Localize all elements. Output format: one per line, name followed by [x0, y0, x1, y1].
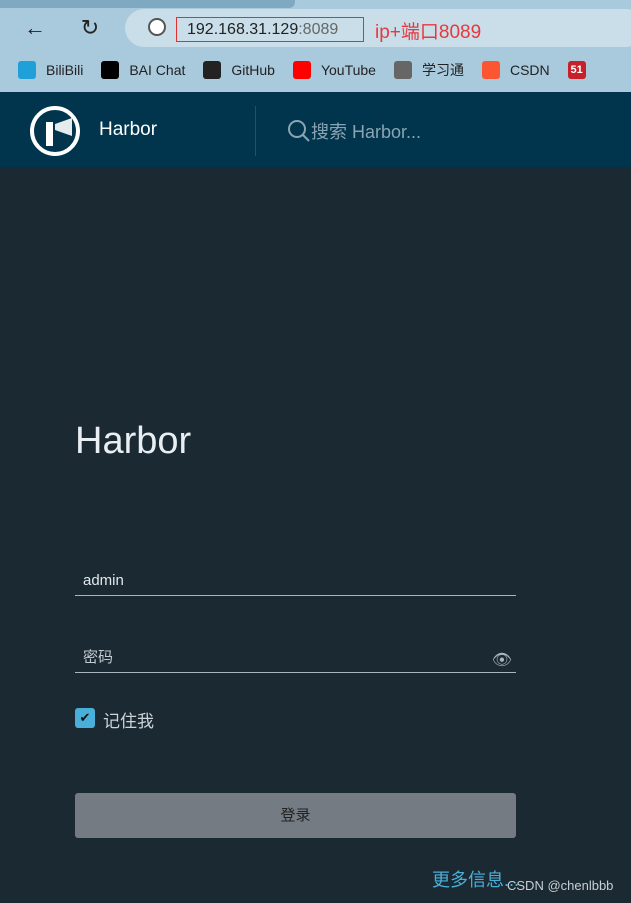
bookmark-label: BAI Chat: [129, 62, 186, 78]
bookmark-item[interactable]: CSDN: [481, 61, 550, 79]
reload-icon[interactable]: ↻: [76, 14, 104, 42]
url-text[interactable]: 192.168.31.129:8089: [176, 17, 364, 42]
bookmark-item[interactable]: YouTube: [292, 61, 376, 79]
browser-chrome: ← ↻ 192.168.31.129:8089 ip+端口8089 BiliBi…: [0, 0, 631, 92]
bookmark-label: GitHub: [231, 62, 275, 78]
login-title: Harbor: [75, 420, 192, 462]
app-header: Harbor 搜索 Harbor...: [0, 92, 631, 167]
site-info-icon[interactable]: [148, 18, 166, 36]
bookmarks-bar: BiliBili BAI Chat GitHub YouTube 学习通 CSDN 51: [0, 50, 631, 90]
bookmark-item[interactable]: 学习通: [393, 60, 464, 80]
bookmark-label: YouTube: [320, 62, 376, 78]
login-button[interactable]: 登录: [75, 793, 516, 838]
username-input[interactable]: admin: [75, 568, 516, 596]
bookmark-label: CSDN: [509, 62, 550, 78]
youtube-icon: [292, 61, 311, 79]
back-icon[interactable]: ←: [21, 14, 49, 42]
password-input[interactable]: 密码 👁: [75, 645, 516, 673]
more-info-link[interactable]: 更多信息...: [432, 866, 519, 892]
bookmark-label: 学习通: [421, 62, 464, 78]
bai-chat-icon: [101, 61, 120, 79]
bilibili-icon: [18, 61, 36, 79]
brand-name[interactable]: Harbor: [99, 119, 157, 141]
annotation-text: ip+端口8089: [375, 22, 482, 43]
url-host: 192.168.31.129: [187, 21, 299, 38]
51cto-icon: 51: [567, 61, 586, 79]
globe-icon: [393, 61, 412, 79]
bookmark-label: BiliBili: [46, 62, 84, 78]
header-divider: [255, 106, 256, 156]
bookmark-item[interactable]: BiliBili: [18, 61, 83, 79]
eye-icon[interactable]: 👁: [492, 648, 512, 674]
csdn-icon: [481, 61, 500, 79]
search-placeholder: 搜索 Harbor...: [311, 122, 422, 142]
password-placeholder: 密码: [83, 649, 114, 666]
github-icon: [203, 61, 222, 79]
global-search[interactable]: 搜索 Harbor...: [287, 118, 421, 144]
harbor-logo-icon[interactable]: [30, 106, 80, 156]
bookmark-item[interactable]: BAI Chat: [101, 61, 185, 79]
remember-me-checkbox[interactable]: ✔: [75, 708, 95, 728]
bookmark-item[interactable]: 51: [567, 61, 596, 79]
browser-tab[interactable]: [0, 0, 295, 8]
url-port: :8089: [298, 21, 339, 38]
watermark: CSDN @chenlbbb: [507, 878, 614, 893]
search-icon: [288, 120, 310, 142]
bookmark-item[interactable]: GitHub: [203, 61, 275, 79]
remember-me-label[interactable]: 记住我: [103, 707, 154, 732]
